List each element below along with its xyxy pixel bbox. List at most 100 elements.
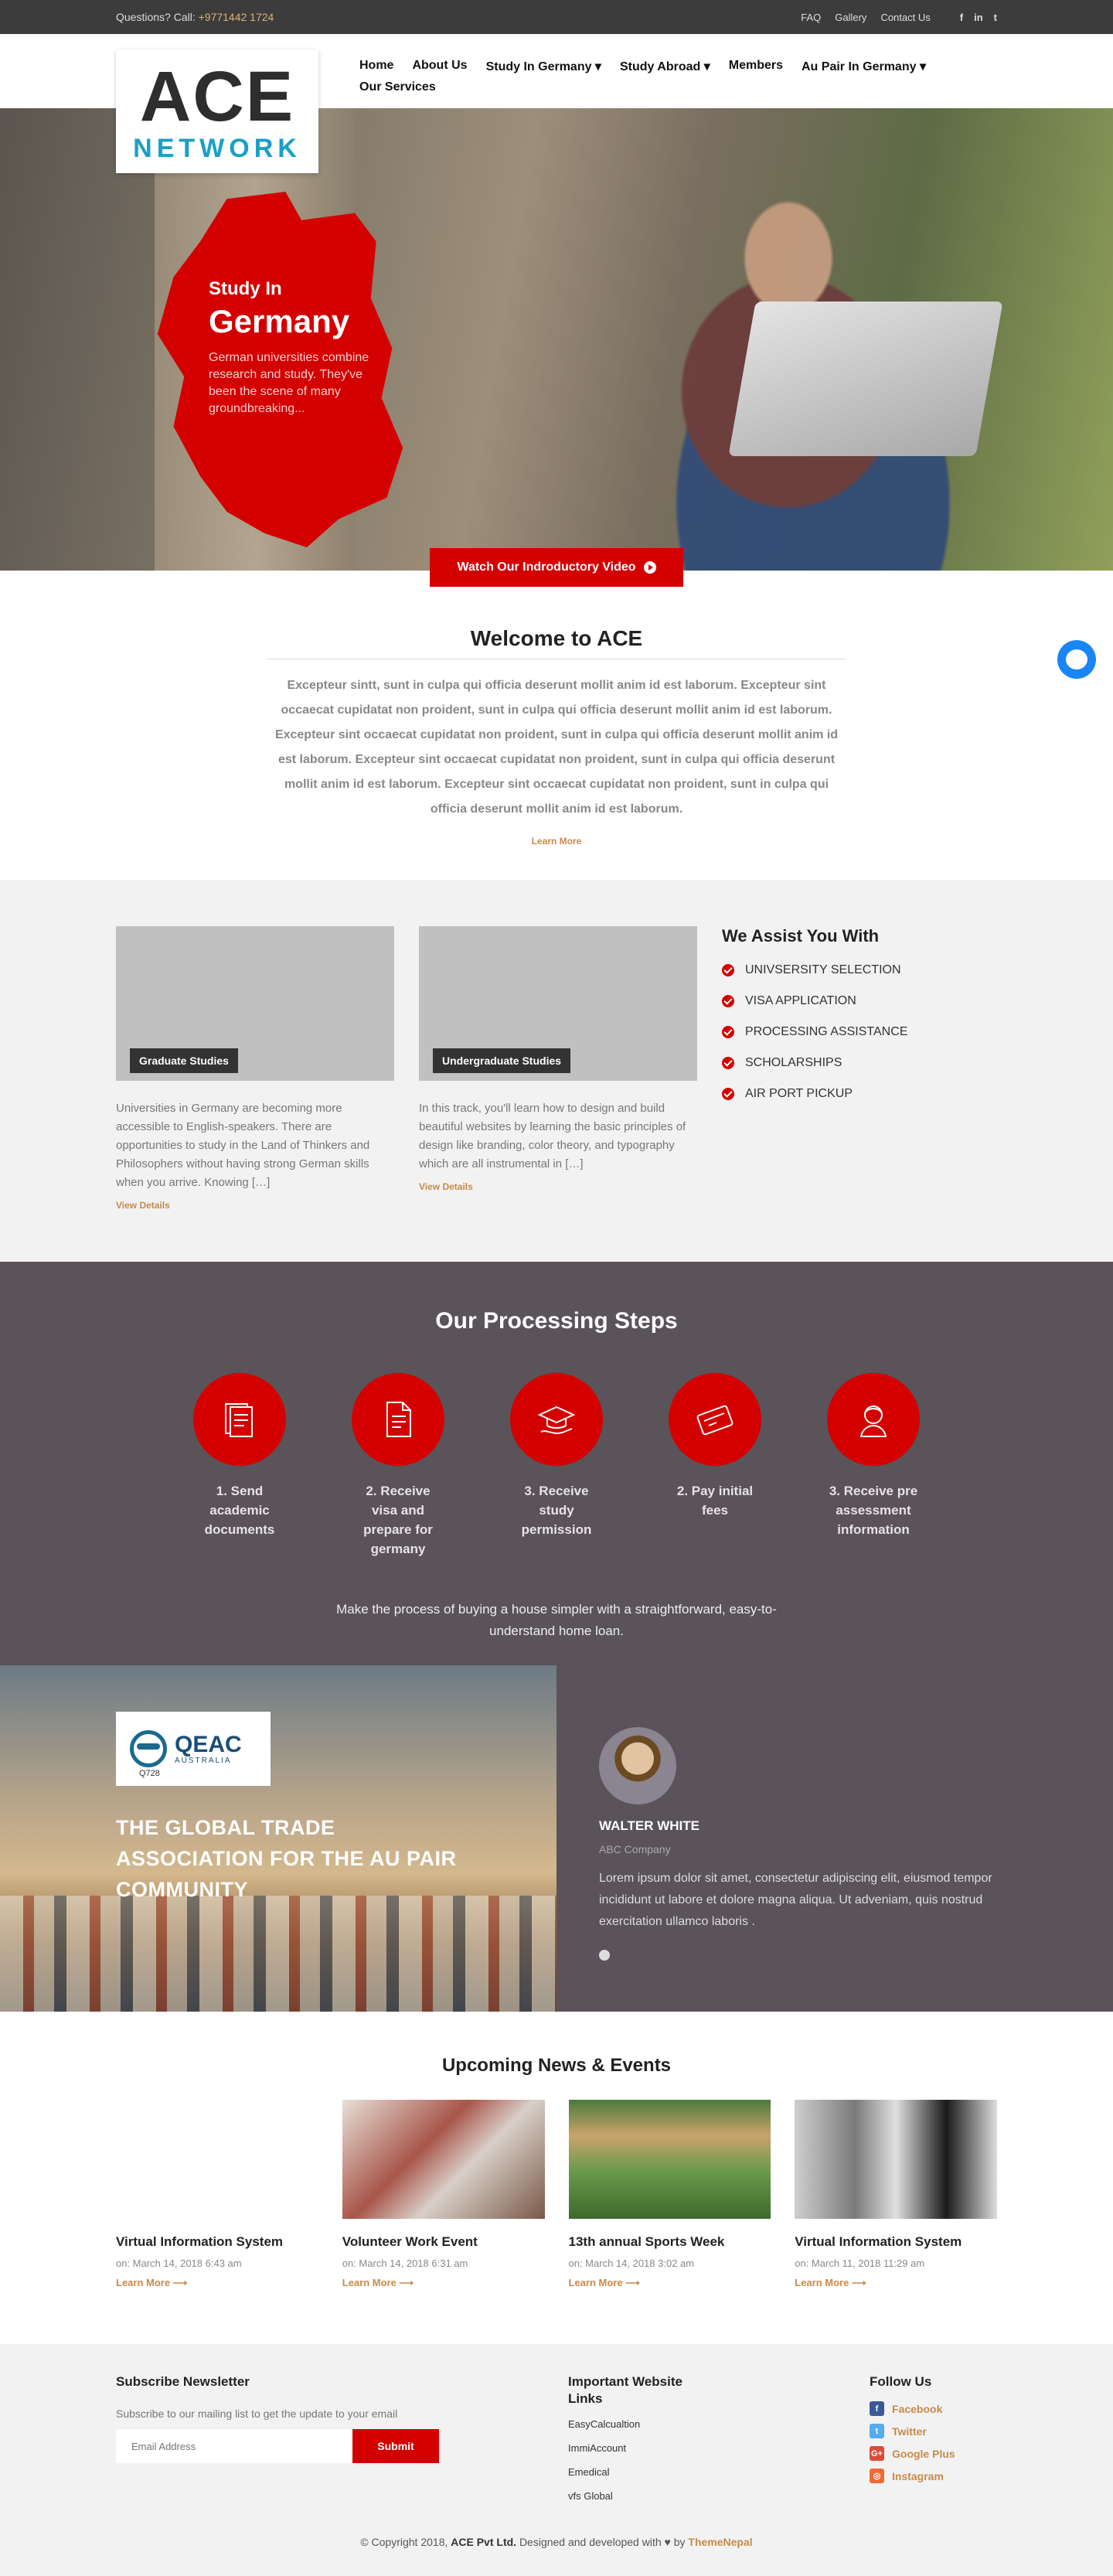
nav-study-germany[interactable]: Study In Germany ▾ — [486, 59, 601, 74]
check-icon — [722, 1057, 734, 1069]
news-item-title[interactable]: Virtual Information System — [795, 2234, 997, 2250]
news-learn-more[interactable]: Learn More ⟶ — [116, 2277, 318, 2289]
qeac-code: Q728 — [139, 1769, 160, 1778]
footer-link[interactable]: vfs Global — [568, 2490, 699, 2502]
testimonial-name: WALTER WHITE — [599, 1818, 699, 1833]
important-links: Important Website Links EasyCalcualtion … — [568, 2373, 699, 2514]
hero-title-small: Study In — [209, 278, 282, 299]
follow-google-plus[interactable]: G+ Google Plus — [870, 2446, 993, 2461]
news-item: Volunteer Work Event on: March 14, 2018 … — [342, 2100, 545, 2289]
newsletter-text: Subscribe to our mailing list to get the… — [116, 2407, 398, 2420]
follow-label: Facebook — [892, 2402, 943, 2415]
check-icon — [722, 995, 734, 1007]
step-label: 3. Receive study permission — [521, 1484, 592, 1537]
messenger-chat-button[interactable] — [1057, 640, 1096, 679]
instagram-icon: ◎ — [870, 2469, 884, 2483]
messenger-icon — [1066, 649, 1087, 670]
carousel-dot[interactable] — [599, 1950, 610, 1961]
footer-link[interactable]: ImmiAccount — [568, 2442, 699, 2454]
watch-video-button[interactable]: Watch Our Indroductory Video — [430, 548, 683, 587]
nav-about[interactable]: About Us — [412, 59, 467, 74]
view-details-link[interactable]: View Details — [419, 1181, 697, 1192]
festival-background: QEAC AUSTRALIA Q728 THE GLOBAL TRADE ASS… — [0, 1665, 556, 2012]
top-links: FAQ Gallery Contact Us f in t — [801, 12, 997, 23]
news-item-date: on: March 11, 2018 11:29 am — [795, 2257, 925, 2269]
newsletter: Subscribe Newsletter Subscribe to our ma… — [116, 2373, 441, 2463]
phone-label: Questions? Call: — [116, 11, 196, 23]
welcome-title: Welcome to ACE — [470, 626, 643, 650]
card-thumbnail[interactable]: Graduate Studies — [116, 926, 394, 1081]
submit-button[interactable]: Submit — [352, 2429, 439, 2463]
footer: Subscribe Newsletter Subscribe to our ma… — [0, 2344, 1113, 2576]
qeac-mark-icon — [130, 1730, 167, 1767]
phone-number[interactable]: +9771442 1724 — [199, 11, 274, 23]
links-title: Important Website Links — [568, 2374, 682, 2406]
welcome-body: Excepteur sintt, sunt in culpa qui offic… — [274, 679, 839, 816]
facebook-icon[interactable]: f — [960, 12, 963, 23]
assist-item: PROCESSING ASSISTANCE — [722, 1025, 907, 1039]
assist-item-label: SCHOLARSHIPS — [745, 1056, 842, 1069]
credit-card-icon — [669, 1373, 761, 1466]
assist-item: SCHOLARSHIPS — [722, 1056, 907, 1070]
linkedin-icon[interactable]: in — [974, 12, 983, 23]
card-tag: Graduate Studies — [130, 1048, 238, 1073]
news-learn-more[interactable]: Learn More ⟶ — [795, 2277, 997, 2289]
assist-item: AIR PORT PICKUP — [722, 1087, 907, 1101]
footer-link[interactable]: Emedical — [568, 2466, 699, 2478]
newsletter-title: Subscribe Newsletter — [116, 2374, 250, 2389]
follow-twitter[interactable]: t Twitter — [870, 2424, 993, 2438]
graduation-cap-icon — [510, 1373, 603, 1466]
copyright-company: ACE Pvt Ltd. — [451, 2536, 517, 2548]
facebook-icon: f — [870, 2401, 884, 2416]
person-icon — [827, 1373, 920, 1466]
step-item: 2. Receive visa and prepare for germany — [352, 1373, 444, 1559]
news-item-title[interactable]: 13th annual Sports Week — [569, 2234, 771, 2250]
welcome-learn-more[interactable]: Learn More — [0, 836, 1113, 847]
studies-section: Graduate Studies Universities in Germany… — [0, 880, 1113, 1262]
view-details-link[interactable]: View Details — [116, 1200, 394, 1211]
nav-services[interactable]: Our Services — [359, 80, 436, 94]
site-logo[interactable]: ACE NETWORK — [116, 49, 318, 173]
main-nav: Home About Us Study In Germany ▾ Study A… — [359, 59, 947, 94]
gallery-link[interactable]: Gallery — [835, 12, 866, 23]
step-label: 1. Send academic documents — [204, 1484, 275, 1537]
nav-members[interactable]: Members — [729, 59, 783, 74]
step-label: 3. Receive pre assessment information — [829, 1484, 918, 1537]
testimonial: WALTER WHITE ABC Company Lorem ipsum dol… — [556, 1665, 1113, 2012]
play-icon — [643, 561, 656, 574]
faq-link[interactable]: FAQ — [801, 12, 821, 23]
file-icon — [352, 1373, 444, 1466]
footer-link[interactable]: EasyCalcualtion — [568, 2418, 699, 2430]
news-learn-more[interactable]: Learn More ⟶ — [342, 2277, 545, 2289]
contact-link[interactable]: Contact Us — [880, 12, 930, 23]
news-learn-more[interactable]: Learn More ⟶ — [569, 2277, 771, 2289]
follow-label: Instagram — [892, 2469, 944, 2482]
email-input[interactable] — [116, 2429, 352, 2463]
news-image[interactable] — [795, 2100, 997, 2219]
news-item-date: on: March 14, 2018 6:31 am — [342, 2257, 468, 2269]
news-item-title[interactable]: Virtual Information System — [116, 2234, 318, 2250]
follow-instagram[interactable]: ◎ Instagram — [870, 2469, 993, 2483]
nav-study-abroad[interactable]: Study Abroad ▾ — [620, 59, 710, 74]
qeac-logo[interactable]: QEAC AUSTRALIA Q728 — [116, 1712, 271, 1786]
follow-facebook[interactable]: f Facebook — [870, 2401, 993, 2416]
contact-phone: Questions? Call: +9771442 1724 — [116, 11, 274, 23]
check-icon — [722, 1088, 734, 1100]
news-item-date: on: March 14, 2018 3:02 am — [568, 2257, 695, 2269]
twitter-icon: t — [870, 2424, 884, 2438]
twitter-icon[interactable]: t — [994, 12, 997, 23]
news-image[interactable] — [342, 2100, 545, 2219]
nav-home[interactable]: Home — [359, 59, 393, 74]
check-icon — [722, 964, 734, 976]
partner-testimonial-section: QEAC AUSTRALIA Q728 THE GLOBAL TRADE ASS… — [0, 1665, 1113, 2012]
google-plus-icon: G+ — [870, 2446, 884, 2461]
developer-link[interactable]: ThemeNepal — [688, 2536, 752, 2548]
step-item: 3. Receive pre assessment information — [827, 1373, 920, 1559]
news-item-title[interactable]: Volunteer Work Event — [342, 2234, 545, 2250]
news-image[interactable] — [568, 2100, 771, 2219]
subscribe-form: Submit — [116, 2429, 441, 2463]
card-text: In this track, you'll learn how to desig… — [419, 1102, 686, 1170]
card-thumbnail[interactable]: Undergraduate Studies — [419, 926, 697, 1081]
nav-au-pair[interactable]: Au Pair In Germany ▾ — [802, 59, 926, 74]
step-item: 2. Pay initial fees — [669, 1373, 761, 1559]
